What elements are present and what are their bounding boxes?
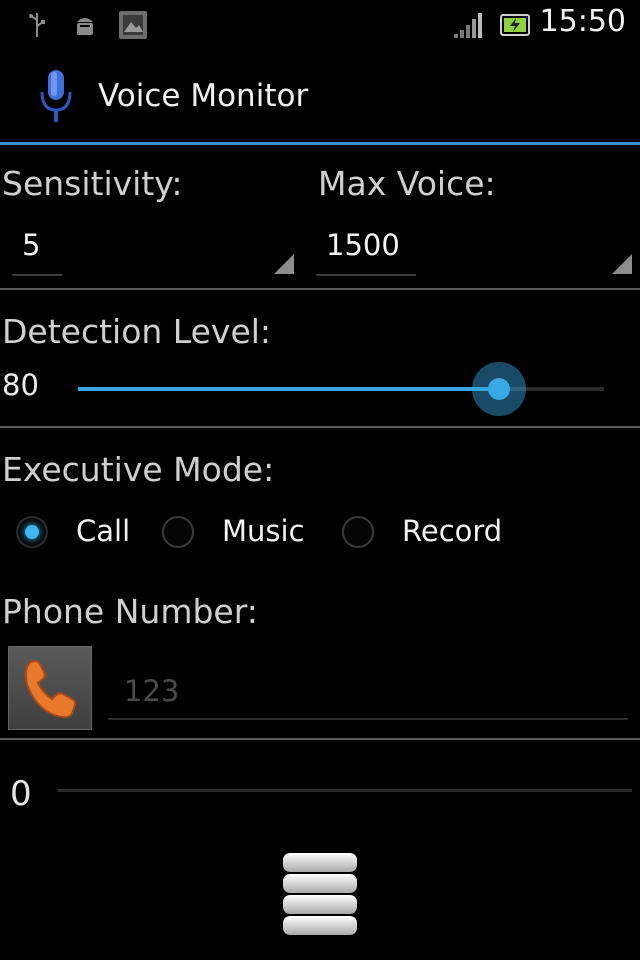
battery-icon xyxy=(500,14,530,36)
phone-number-input[interactable]: 123 xyxy=(108,664,628,720)
radio-button-icon xyxy=(162,516,194,548)
sensitivity-label: Sensitivity: xyxy=(2,164,183,203)
spinner-arrow-icon xyxy=(612,254,632,274)
radio-label: Record xyxy=(402,514,503,548)
phone-icon xyxy=(24,659,77,719)
signal-icon xyxy=(454,13,482,38)
radio-label: Call xyxy=(76,514,131,548)
detection-level-label: Detection Level: xyxy=(2,312,272,351)
phone-number-label: Phone Number: xyxy=(2,592,258,631)
status-time: 15:50 xyxy=(539,4,626,39)
max-voice-label: Max Voice: xyxy=(318,164,496,203)
screen: 15:50 Voice Monitor Sensitivity: Max Voi… xyxy=(0,0,640,960)
max-voice-spinner[interactable]: 1500 xyxy=(312,218,632,276)
action-bar: Voice Monitor xyxy=(0,50,640,144)
sensitivity-spinner[interactable]: 5 xyxy=(8,218,294,276)
usb-icon xyxy=(29,13,45,37)
radio-label: Music xyxy=(222,514,305,548)
status-bar: 15:50 xyxy=(0,0,640,50)
gallery-icon xyxy=(119,11,147,39)
divider xyxy=(0,426,640,428)
microphone-icon xyxy=(40,70,72,122)
radio-call[interactable]: Call xyxy=(16,514,146,558)
menu-icon xyxy=(283,853,357,935)
radio-button-icon xyxy=(342,516,374,548)
menu-button[interactable] xyxy=(282,852,358,936)
sensitivity-value: 5 xyxy=(22,228,41,262)
action-bar-divider xyxy=(0,142,640,145)
current-level-value: 0 xyxy=(10,774,32,814)
radio-button-icon xyxy=(16,516,48,548)
app-title: Voice Monitor xyxy=(98,78,309,114)
divider xyxy=(0,288,640,290)
current-level-bar xyxy=(58,789,632,792)
radio-record[interactable]: Record xyxy=(342,514,512,558)
slider-fill xyxy=(78,387,499,391)
android-debug-icon xyxy=(77,18,93,35)
executive-mode-label: Executive Mode: xyxy=(2,450,275,489)
slider-thumb[interactable] xyxy=(471,362,526,416)
radio-music[interactable]: Music xyxy=(162,514,312,558)
max-voice-value: 1500 xyxy=(326,228,400,262)
contact-picker-button[interactable] xyxy=(8,646,92,730)
divider xyxy=(0,738,640,740)
spinner-arrow-icon xyxy=(274,254,294,274)
detection-level-value: 80 xyxy=(2,368,39,402)
phone-number-placeholder: 123 xyxy=(124,674,180,708)
